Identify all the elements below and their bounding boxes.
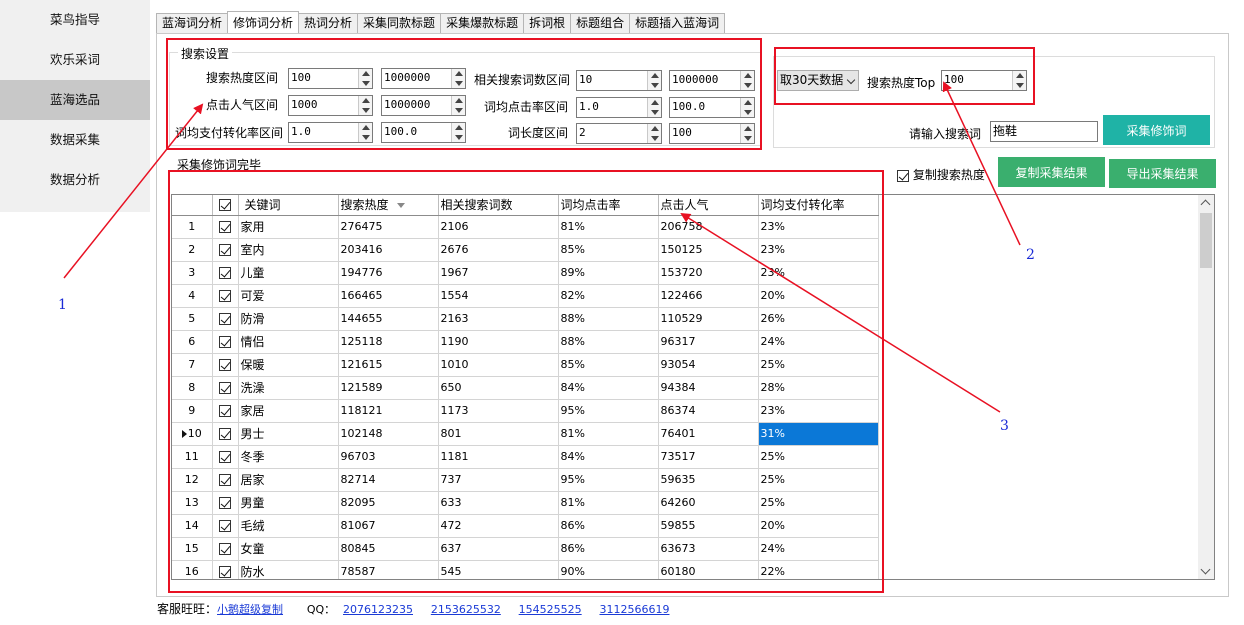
sidebar-item-data-collect[interactable]: 数据采集: [0, 120, 150, 160]
service-link[interactable]: 小鹅超级复制: [217, 603, 283, 616]
copy-results-button[interactable]: 复制采集结果: [998, 157, 1105, 187]
qq-link-4[interactable]: 3112566619: [599, 603, 669, 616]
copy-heat-checkbox[interactable]: [897, 169, 909, 182]
tab-split-roots[interactable]: 拆词根: [523, 13, 572, 33]
annotation-box-2: [774, 47, 1035, 105]
tab-collect-hot-titles[interactable]: 采集爆款标题: [440, 13, 525, 33]
vertical-scrollbar[interactable]: [1198, 195, 1214, 579]
export-results-button[interactable]: 导出采集结果: [1109, 159, 1216, 188]
copy-heat-label: 复制搜索热度: [912, 168, 985, 182]
annotation-label-1: 1: [58, 297, 67, 313]
tab-blue-ocean-analysis[interactable]: 蓝海词分析: [156, 13, 229, 33]
qq-link-2[interactable]: 2153625532: [431, 603, 501, 616]
scroll-down-icon[interactable]: [1200, 564, 1211, 575]
collect-modifiers-button[interactable]: 采集修饰词: [1103, 115, 1210, 145]
footer: 客服旺旺：小鹅超级复制 QQ： 2076123235 2153625532 15…: [157, 600, 669, 617]
scroll-thumb[interactable]: [1200, 213, 1212, 268]
tab-title-insert[interactable]: 标题插入蓝海词: [629, 13, 726, 33]
sidebar-item-beginner-guide[interactable]: 菜鸟指导: [0, 0, 150, 40]
qq-link-3[interactable]: 154525525: [519, 603, 582, 616]
annotation-label-3: 3: [1000, 418, 1009, 434]
annotation-box-3: [168, 170, 884, 593]
tab-hot-words[interactable]: 热词分析: [298, 13, 359, 33]
scroll-up-icon[interactable]: [1200, 199, 1211, 210]
annotation-label-2: 2: [1026, 247, 1035, 263]
qq-link-1[interactable]: 2076123235: [343, 603, 413, 616]
service-label: 客服旺旺：: [157, 602, 218, 616]
keyword-input[interactable]: 拖鞋: [990, 121, 1098, 142]
sidebar-item-happy-collect[interactable]: 欢乐采词: [0, 40, 150, 80]
qq-label: QQ：: [306, 603, 336, 616]
copy-heat-checkbox-row[interactable]: 复制搜索热度: [897, 166, 985, 183]
tab-bar: 蓝海词分析 修饰词分析 热词分析 采集同款标题 采集爆款标题 拆词根 标题组合 …: [156, 11, 726, 33]
sidebar-item-blue-ocean[interactable]: 蓝海选品: [0, 80, 150, 120]
sidebar-item-data-analysis[interactable]: 数据分析: [0, 160, 150, 200]
tab-collect-same-titles[interactable]: 采集同款标题: [357, 13, 442, 33]
keyword-label: 请输入搜索词: [909, 127, 982, 141]
annotation-box-1: [166, 38, 762, 150]
sidebar: 菜鸟指导 欢乐采词 蓝海选品 数据采集 数据分析: [0, 0, 150, 212]
tab-modifier-analysis[interactable]: 修饰词分析: [227, 11, 300, 33]
tab-title-combine[interactable]: 标题组合: [570, 13, 631, 33]
